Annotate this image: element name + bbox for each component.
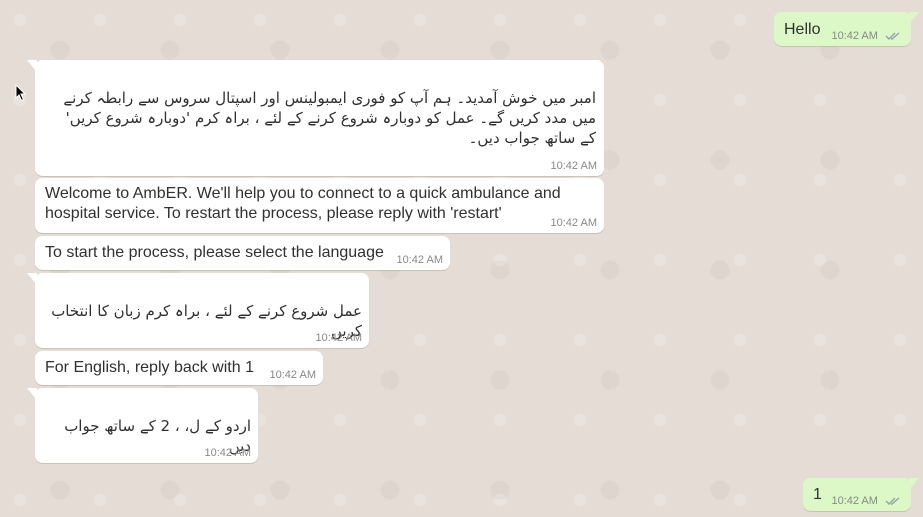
chat-panel: Hello 10:42 AM امبر میں خوش آمدید۔ ہم آپ… (0, 0, 923, 517)
bubble-tail (909, 12, 919, 24)
message-timestamp: 10:42 AM (550, 160, 597, 172)
message-timestamp: 10:42 AM (831, 495, 878, 507)
message-bubble-incoming[interactable]: Welcome to AmbER. We'll help you to conn… (35, 178, 604, 233)
bubble-tail (27, 388, 37, 400)
message-text: To start the process, please select the … (45, 244, 384, 261)
message-timestamp: 10:42 AM (396, 254, 443, 266)
message-text: Hello (784, 21, 821, 38)
message-bubble-outgoing[interactable]: 1 10:42 AM (803, 478, 919, 511)
message-timestamp: 10:42 AM (315, 332, 362, 344)
message-bubble-incoming[interactable]: اردو کے ل، ، 2 کے ساتھ جواب دیں 10:42 AM (27, 388, 258, 463)
message-bubble-outgoing[interactable]: Hello 10:42 AM (774, 12, 919, 46)
message-text: عمل شروع کرنے کے لئے ، براہ کرم زبان کا … (51, 302, 362, 340)
message-timestamp: 10:42 AM (269, 369, 316, 381)
message-text: Welcome to AmbER. We'll help you to conn… (45, 185, 561, 222)
double-check-icon (885, 497, 900, 506)
message-time: 10:42 AM (831, 495, 901, 507)
message-text: امبر میں خوش آمدید۔ ہم آپ کو فوری ایمبول… (63, 89, 596, 147)
message-bubble-incoming[interactable]: عمل شروع کرنے کے لئے ، براہ کرم زبان کا … (27, 273, 369, 348)
message-text: 1 (813, 486, 822, 503)
message-time: 10:42 AM (831, 30, 901, 42)
bubble-tail (909, 478, 919, 490)
message-bubble-incoming[interactable]: امبر میں خوش آمدید۔ ہم آپ کو فوری ایمبول… (27, 60, 604, 176)
message-bubble-incoming[interactable]: For English, reply back with 1 10:42 AM (35, 351, 323, 385)
message-timestamp: 10:42 AM (204, 447, 251, 459)
message-text: For English, reply back with 1 (45, 359, 254, 376)
bubble-tail (27, 273, 37, 285)
mouse-cursor-icon (15, 84, 27, 102)
message-timestamp: 10:42 AM (550, 217, 597, 229)
message-bubble-incoming[interactable]: To start the process, please select the … (35, 236, 450, 270)
message-timestamp: 10:42 AM (831, 30, 878, 42)
double-check-icon (885, 32, 900, 41)
bubble-tail (27, 60, 37, 72)
